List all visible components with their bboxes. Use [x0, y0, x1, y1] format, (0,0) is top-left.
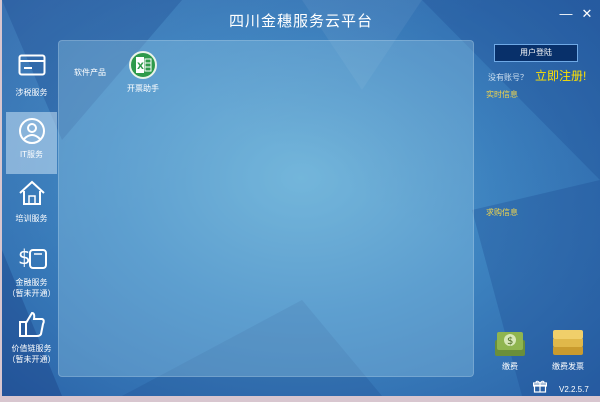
svg-text:$: $: [507, 336, 513, 347]
pay-invoice-button[interactable]: 缴费发票: [548, 326, 588, 371]
home-icon: [18, 180, 45, 205]
window-title: 四川金穗服务云平台: [228, 13, 373, 30]
app-window: 四川金穗服务云平台 — ✕ 涉税服务 IT服务 培训服务 $ 金融服务 （暂未开…: [2, 0, 600, 396]
minimize-icon: —: [559, 6, 573, 21]
sidebar-item-finance-service[interactable]: $ 金融服务 （暂未开通）: [6, 242, 57, 304]
app-invoice-assistant[interactable]: X 开票助手: [123, 51, 163, 101]
invoice-stack-icon: [553, 330, 583, 355]
card-icon: [18, 54, 45, 76]
minimize-button[interactable]: —: [558, 6, 574, 22]
sidebar: 涉税服务 IT服务 培训服务 $ 金融服务 （暂未开通） 价值链服务 （暂未开通…: [2, 40, 57, 370]
app-label: 开票助手: [127, 84, 159, 93]
sidebar-item-sublabel: （暂未开通）: [7, 289, 56, 298]
close-button[interactable]: ✕: [579, 6, 595, 22]
svg-text:$: $: [18, 245, 31, 269]
user-circle-icon: [18, 118, 45, 144]
money-bag-icon: $: [18, 245, 47, 269]
sidebar-item-it-service[interactable]: IT服务: [6, 112, 57, 174]
sidebar-item-value-chain-service[interactable]: 价值链服务 （暂未开通）: [6, 308, 57, 370]
sidebar-item-training-service[interactable]: 培训服务: [6, 178, 57, 240]
svg-text:X: X: [137, 62, 144, 72]
sidebar-item-label: 价值链服务: [11, 344, 52, 353]
money-stack-icon: $: [495, 332, 525, 356]
thumbs-up-icon: [18, 311, 45, 337]
pay-label: 缴费: [502, 362, 518, 371]
sidebar-item-label: IT服务: [19, 150, 44, 159]
excel-icon: X: [129, 51, 157, 79]
pay-button[interactable]: $ 缴费: [490, 326, 530, 371]
close-icon: ✕: [581, 6, 593, 21]
no-account-text: 没有账号？: [488, 73, 528, 82]
version-label: V2.2.5.7: [559, 385, 589, 394]
pay-invoice-label: 缴费发票: [552, 362, 584, 371]
register-link[interactable]: 立即注册!: [535, 67, 586, 84]
sidebar-item-label: 涉税服务: [15, 88, 48, 97]
main-panel: 软件产品 X 开票助手: [58, 40, 474, 377]
sidebar-item-sublabel: （暂未开通）: [7, 355, 56, 364]
category-label: 软件产品: [74, 68, 106, 77]
login-button[interactable]: 用户登陆: [494, 44, 578, 62]
purchase-info-header: 求购信息: [486, 208, 518, 217]
sidebar-item-label: 培训服务: [15, 214, 48, 223]
sidebar-item-tax-service[interactable]: 涉税服务: [6, 46, 57, 108]
titlebar: 四川金穗服务云平台 — ✕: [2, 0, 600, 40]
gift-icon[interactable]: [533, 380, 547, 393]
realtime-info-header: 实时信息: [486, 90, 518, 99]
sidebar-item-label: 金融服务: [15, 278, 48, 287]
